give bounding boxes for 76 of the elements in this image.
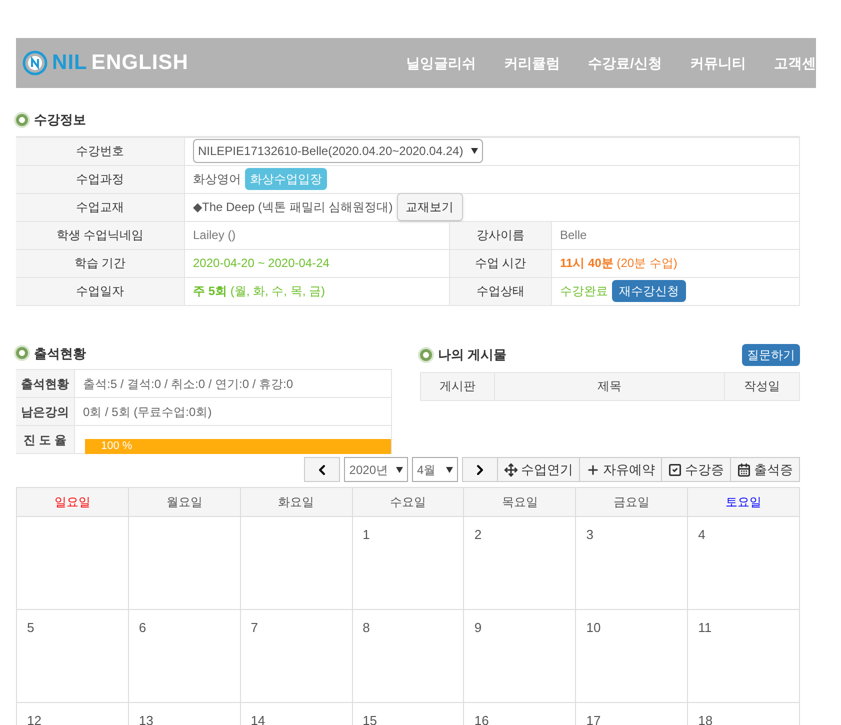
column-header: 게시판 [421, 372, 495, 400]
year-select[interactable]: 2020년 [344, 457, 408, 482]
caret-icon [396, 466, 403, 472]
calendar-icon [737, 462, 751, 476]
toolbar-button[interactable]: 출석증 [731, 457, 800, 482]
calendar-day[interactable]: 16 [464, 703, 576, 725]
course-select[interactable]: NILEPIE17132610-Belle(2020.04.20~2020.04.24) [193, 139, 484, 163]
label-cell: 진 도 율 [16, 426, 75, 453]
calendar-day[interactable]: 17 [576, 703, 688, 725]
calendar-day[interactable]: 3 [576, 517, 688, 610]
caret-icon [446, 466, 453, 472]
calendar-day[interactable]: 11 [688, 610, 800, 703]
toolbar-button[interactable]: 수강증 [662, 457, 731, 482]
move-icon [504, 462, 518, 476]
calendar-day[interactable]: 14 [240, 703, 353, 725]
checkbox-icon [668, 462, 682, 476]
calendar-day[interactable]: 15 [352, 703, 464, 725]
label-cell: 수업상태 [450, 278, 552, 304]
progress-text: 100 % [101, 439, 132, 454]
value-text: ◆The Deep (넥톤 패밀리 심해원정대) [193, 199, 393, 216]
column-header: 작성일 [743, 378, 781, 395]
calendar-day[interactable]: 13 [128, 703, 241, 725]
label-cell: 강사이름 [450, 222, 552, 248]
weekday-header: 화요일 [278, 494, 314, 511]
label-cell: 수업 시간 [450, 250, 552, 276]
calendar-day[interactable]: 10 [576, 610, 688, 703]
weekday-header: 월요일 [166, 494, 202, 511]
label-cell: 남은강의 [16, 398, 75, 425]
label-cell: 수업과정 [16, 166, 185, 192]
logo-icon [22, 50, 48, 76]
plus-icon [586, 462, 600, 476]
calendar-day[interactable]: 1 [352, 517, 464, 610]
weekday-header: 수요일 [390, 494, 426, 511]
weekday-header: 토요일 [726, 494, 762, 511]
weekday-header: 목요일 [502, 494, 538, 511]
calendar-day[interactable]: 4 [688, 517, 800, 610]
value-text: Lailey () [193, 227, 236, 244]
action-button[interactable]: 재수강신청 [612, 280, 686, 302]
calendar-day[interactable]: 18 [688, 703, 800, 725]
value-text: 출석:5 / 결석:0 / 취소:0 / 연기:0 / 휴강:0 [83, 376, 294, 392]
label-cell: 수업교재 [16, 194, 185, 220]
calendar-day[interactable]: 7 [240, 610, 353, 703]
logo-brand: NIL [52, 50, 88, 76]
section-title: 수강정보 [34, 111, 86, 129]
calendar-day[interactable]: 6 [128, 610, 241, 703]
calendar-day[interactable]: 8 [352, 610, 464, 703]
section-title: 출석현황 [34, 344, 86, 362]
value-text: 11시 40분 (20분 수업) [560, 255, 678, 272]
label-cell: 학생 수업닉네임 [16, 222, 185, 248]
value-text: 2020-04-20 ~ 2020-04-24 [193, 255, 330, 272]
calendar-day[interactable]: 2 [464, 517, 576, 610]
value-text: 주 5회 (월, 화, 수, 목, 금) [193, 283, 326, 300]
logo-name: ENGLISH [91, 50, 188, 76]
calendar-day[interactable]: 9 [464, 610, 576, 703]
toolbar-button[interactable]: 수업연기 [498, 457, 580, 482]
value-text: 화상영어 [193, 171, 241, 188]
label-cell: 수강번호 [16, 138, 185, 164]
column-header: 제목 [495, 372, 725, 400]
value-text: 수강완료 [560, 283, 608, 300]
calendar-day[interactable]: 5 [17, 610, 129, 703]
action-button[interactable]: 교재보기 [396, 193, 463, 221]
previous-button[interactable] [304, 457, 340, 482]
ask-question-button[interactable]: 질문하기 [742, 344, 800, 366]
label-cell: 수업일자 [16, 278, 185, 304]
caret-icon [471, 148, 478, 154]
toolbar-button[interactable]: 자유예약 [580, 457, 662, 482]
weekday-header: 일요일 [54, 494, 90, 511]
label-cell: 출석현황 [16, 370, 75, 397]
section-title: 나의 게시물 [438, 346, 507, 364]
value-text: Belle [560, 227, 587, 244]
month-select[interactable]: 4월 [412, 457, 458, 482]
label-cell: 학습 기간 [16, 250, 185, 276]
value-text: 0회 / 5회 (무료수업:0회) [83, 404, 212, 420]
weekday-header: 금요일 [614, 494, 650, 511]
next-button[interactable] [462, 457, 498, 482]
calendar-day[interactable]: 12 [17, 703, 129, 725]
